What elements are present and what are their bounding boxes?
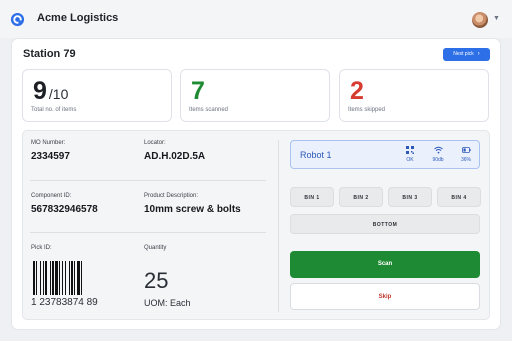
scan-button[interactable]: Scan [290,251,480,278]
stat-skipped-value: 2 [350,77,364,105]
locator-label: Locator: [144,140,166,146]
top-bar: Acme Logistics ▼ [0,0,512,38]
wifi-icon [433,146,443,154]
stat-card-scanned: 7 Items scanned [180,69,330,122]
divider [30,232,266,233]
skip-button[interactable]: Skip [290,283,480,310]
robot-battery-label: 36% [460,157,471,163]
avatar[interactable] [472,12,488,28]
divider [30,180,266,181]
bin-1-button[interactable]: BIN 1 [290,187,334,207]
uom-label: UOM: Each [144,298,191,308]
next-pick-button[interactable]: Next pick › [443,48,490,61]
robot-qr-label: OK [406,157,414,163]
chevron-right-icon: › [477,51,480,57]
pick-id-label: Pick ID: [31,245,52,251]
stat-total-value: 9/10 [33,79,68,107]
stat-skipped-label: Items skipped [348,107,386,113]
page-title: Station 79 [23,48,76,60]
locator-value: AD.H.02D.5A [144,151,206,162]
quantity-label: Quantity [144,245,167,251]
bin-4-button[interactable]: BIN 4 [437,187,481,207]
barcode-image [33,261,82,295]
bottom-bin-button[interactable]: BOTTOM [290,214,480,234]
column-divider [278,140,279,312]
battery-icon [461,147,471,153]
next-pick-label: Next pick [453,51,474,57]
mo-number-value: 2334597 [31,151,70,162]
qr-code-icon [406,146,414,154]
quantity-value: 25 [144,268,169,293]
robot-wifi-status: 90db [428,146,448,163]
component-id-label: Component ID: [31,193,72,199]
stat-scanned-label: Items scanned [189,107,229,113]
mo-number-label: MO Number: [31,140,66,146]
app-title: Acme Logistics [37,12,119,24]
robot-qr-status: OK [400,146,420,163]
bin-3-button[interactable]: BIN 3 [388,187,432,207]
stat-total-label: Total no. of items [31,107,77,113]
robot-status-panel: Robot 1 OK 90db 36% [290,140,480,169]
barcode-number: 1 23783874 89 [31,297,98,308]
stat-scanned-value: 7 [191,77,205,105]
robot-wifi-label: 90db [432,157,444,163]
stat-total-number: 9 [33,77,47,105]
robot-name: Robot 1 [300,150,332,160]
product-description-value: 10mm screw & bolts [144,204,241,215]
stat-card-skipped: 2 Items skipped [339,69,489,122]
logo-icon [10,12,25,27]
component-id-value: 567832946578 [31,204,98,215]
chevron-down-icon[interactable]: ▼ [493,15,500,22]
product-description-label: Product Description: [144,193,199,199]
bin-2-button[interactable]: BIN 2 [339,187,383,207]
stat-total-denominator: /10 [48,86,69,102]
stat-card-total: 9/10 Total no. of items [22,69,172,122]
robot-battery-status: 36% [456,146,476,163]
